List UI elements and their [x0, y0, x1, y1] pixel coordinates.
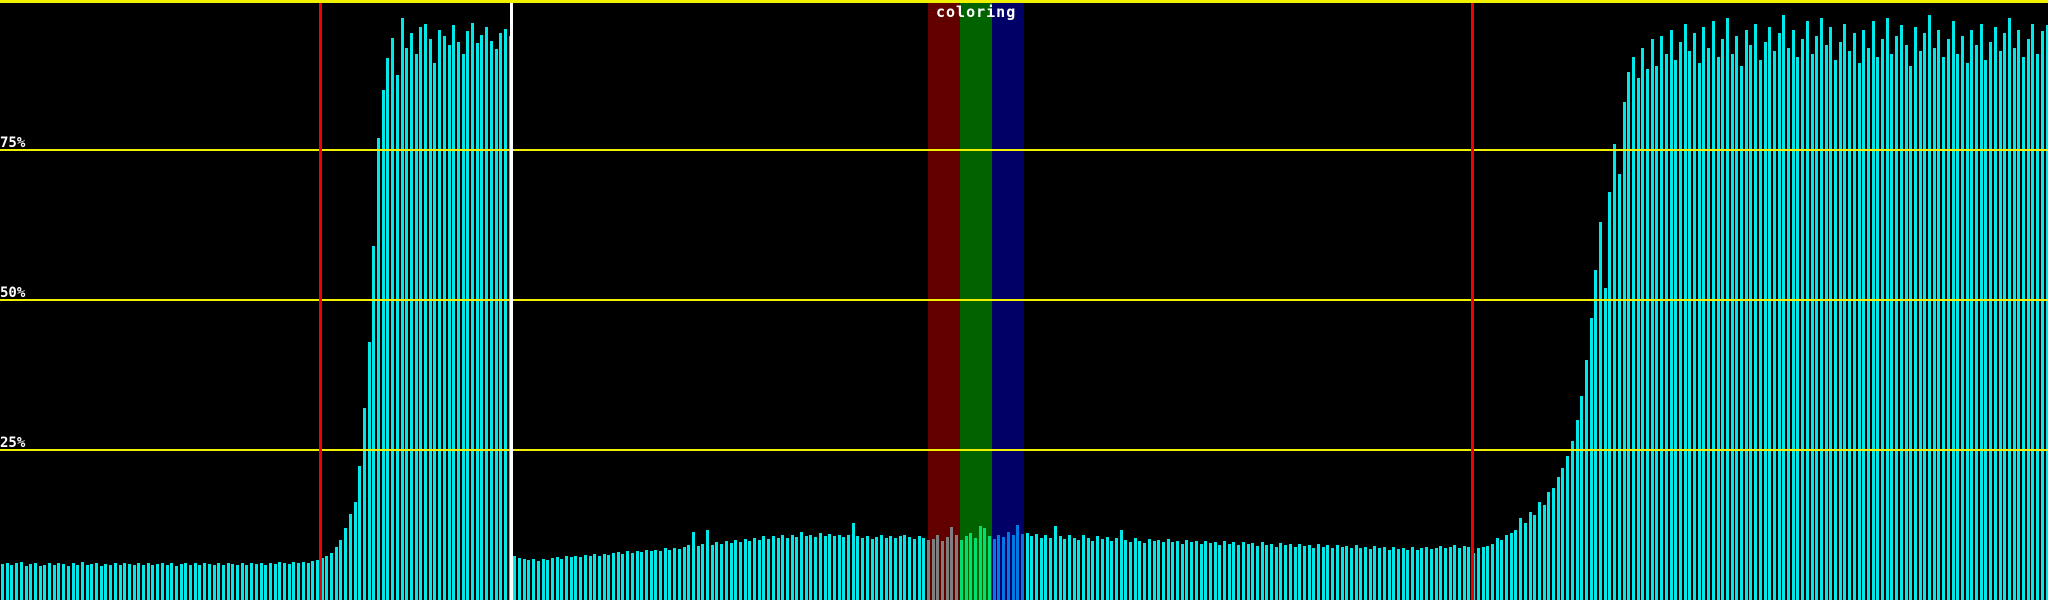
markers-layer [0, 0, 2048, 600]
y-axis-label-25: 25% [0, 435, 26, 451]
y-axis-label-75: 75% [0, 135, 26, 151]
red-marker-1 [318, 3, 322, 600]
white-separator [510, 3, 513, 600]
red-marker-2 [1470, 3, 1474, 600]
y-axis-label-50: 50% [0, 285, 26, 301]
region-label-coloring: coloring [936, 3, 1017, 21]
usage-histogram-chart: 75% 50% 25% coloring [0, 0, 2048, 600]
